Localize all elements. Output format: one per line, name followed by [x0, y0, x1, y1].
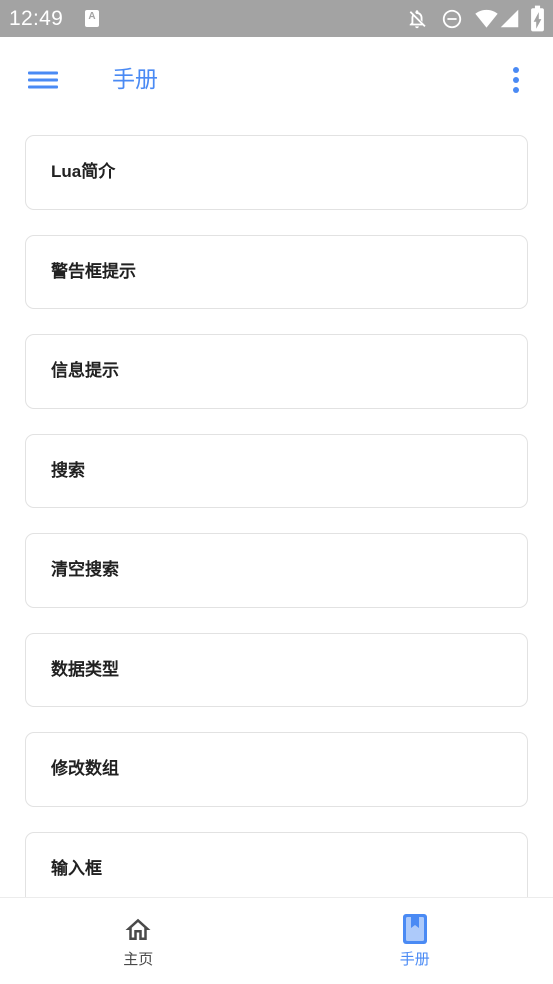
home-icon: [125, 918, 151, 940]
manual-item-label: 修改数组: [51, 759, 119, 779]
book-icon: [402, 914, 427, 944]
manual-item-search[interactable]: 搜索: [25, 433, 528, 508]
manual-item-modify-array[interactable]: 修改数组: [25, 732, 528, 807]
status-bar: 12:49 A: [0, 0, 553, 37]
menu-icon[interactable]: [28, 71, 58, 89]
nav-item-home[interactable]: 主页: [0, 898, 277, 984]
wifi-icon: [475, 9, 498, 28]
manual-item-info-tip[interactable]: 信息提示: [25, 334, 528, 409]
manual-item-clear-search[interactable]: 清空搜索: [25, 533, 528, 608]
nav-label-manual: 手册: [399, 951, 430, 968]
manual-item-label: 信息提示: [51, 361, 119, 381]
manual-item-label: 警告框提示: [51, 261, 136, 281]
battery-charging-icon: [531, 5, 544, 32]
manual-list[interactable]: Lua简介 警告框提示 信息提示 搜索 清空搜索 数据类型 修改数组 输入框: [0, 121, 553, 897]
app-bar: 手册: [0, 37, 553, 121]
nav-label-home: 主页: [123, 951, 154, 968]
manual-item-alert-dialog[interactable]: 警告框提示: [25, 234, 528, 309]
cellular-signal-icon: [500, 9, 519, 28]
manual-item-label: 数据类型: [51, 659, 119, 679]
do-not-disturb-icon: [442, 9, 462, 29]
text-a-icon: A: [85, 10, 99, 27]
manual-item-label: 清空搜索: [51, 560, 119, 580]
manual-item-data-types[interactable]: 数据类型: [25, 632, 528, 707]
manual-item-label: 搜索: [51, 460, 85, 480]
manual-item-label: 输入框: [51, 858, 102, 878]
page-title: 手册: [112, 66, 158, 92]
notifications-off-icon: [409, 10, 426, 29]
status-time: 12:49: [9, 7, 64, 30]
more-vert-icon[interactable]: [510, 66, 522, 94]
app-screen: 12:49 A 手册 Lua简介 警告框提示 信息提示 搜索 清空搜索 数据类型…: [0, 0, 553, 984]
manual-item-input-box[interactable]: 输入框: [25, 831, 528, 897]
manual-item-label: Lua简介: [51, 162, 116, 182]
bottom-nav: 主页 手册: [0, 897, 553, 984]
manual-item-lua-intro[interactable]: Lua简介: [25, 135, 528, 210]
nav-item-manual[interactable]: 手册: [277, 898, 553, 984]
